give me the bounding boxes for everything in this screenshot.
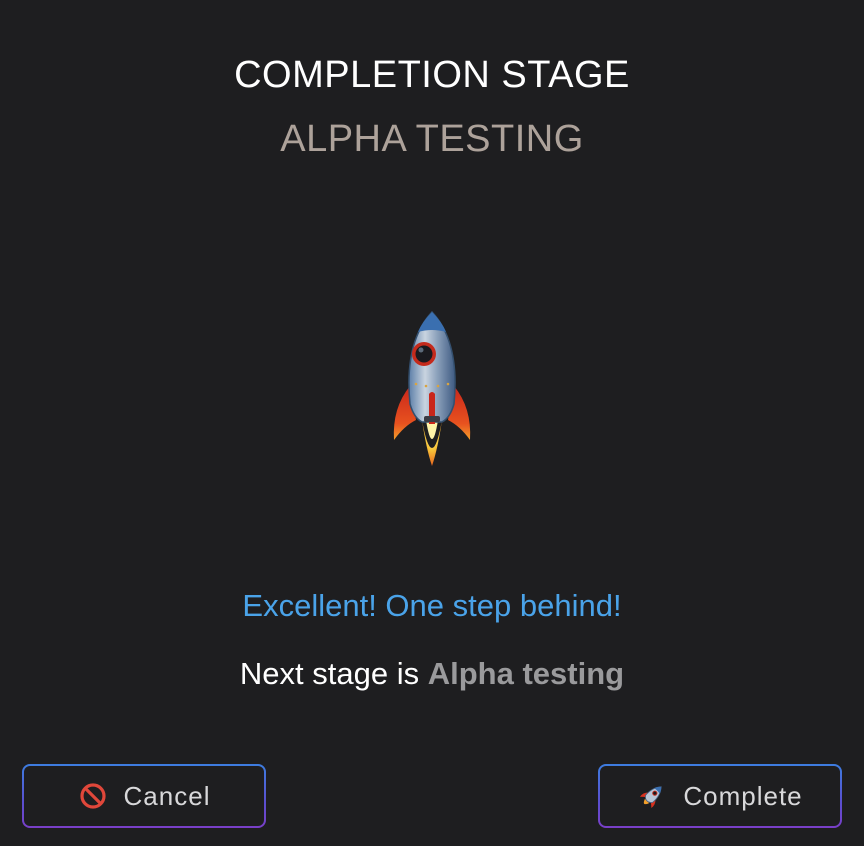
dialog-title: COMPLETION STAGE	[234, 54, 630, 96]
cancel-button-label: Cancel	[123, 780, 211, 811]
complete-button-label: Complete	[683, 780, 803, 811]
next-stage-name: Alpha testing	[427, 656, 625, 691]
dialog-subtitle: ALPHA TESTING	[280, 118, 584, 160]
next-stage-text: Next stage is Alpha testing	[0, 656, 864, 692]
next-stage-prefix: Next stage is	[239, 656, 428, 691]
success-message: Excellent! One step behind!	[242, 588, 622, 623]
rocket-icon	[382, 308, 482, 476]
rocket-icon	[637, 781, 667, 811]
complete-button[interactable]: Complete	[598, 764, 842, 828]
cancel-button[interactable]: Cancel	[22, 764, 266, 828]
prohibited-icon	[78, 781, 108, 811]
completion-stage-dialog: COMPLETION STAGE ALPHA TESTING Excellent…	[0, 0, 864, 846]
